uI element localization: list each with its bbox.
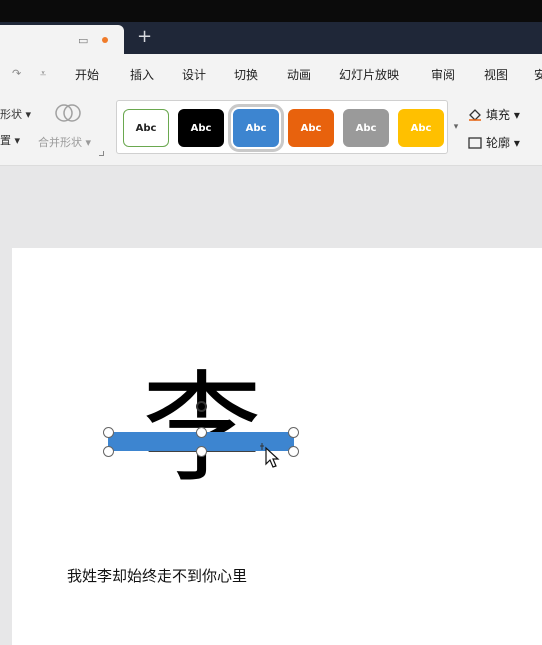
- menu-item-view[interactable]: 视图: [484, 66, 508, 83]
- mouse-pointer-icon: [260, 443, 280, 468]
- arrange-label: 置: [0, 134, 11, 147]
- menu-bar: ↷ ⩡ 开始 插入 设计 切换 动画 幻灯片放映 审阅 视图 安: [0, 54, 542, 94]
- menu-item-design[interactable]: 设计: [182, 66, 206, 83]
- tab-bar: ▭ +: [0, 22, 542, 54]
- shape-style-gold[interactable]: Abc: [398, 109, 444, 147]
- merge-shapes-label: 合并形状: [38, 136, 82, 149]
- slide-caption[interactable]: 我姓李却始终走不到你心里: [67, 565, 247, 586]
- arrange-dropdown[interactable]: 置 ▾: [0, 132, 20, 148]
- merge-shapes-button[interactable]: 合并形状 ▾: [38, 134, 91, 150]
- style-label: Abc: [355, 123, 377, 134]
- menu-item-slideshow[interactable]: 幻灯片放映: [339, 66, 399, 83]
- shape-style-orange[interactable]: Abc: [288, 109, 334, 147]
- paint-bucket-icon: [469, 109, 481, 121]
- menu-item-security[interactable]: 安: [534, 66, 542, 83]
- shape-style-gray[interactable]: Abc: [343, 109, 389, 147]
- resize-handle-top-right[interactable]: [288, 427, 299, 438]
- resize-handle-top[interactable]: [196, 427, 207, 438]
- resize-handle-bottom-right[interactable]: [288, 446, 299, 457]
- menu-item-review[interactable]: 审阅: [431, 66, 455, 83]
- customize-quick-access-icon[interactable]: ⩡: [40, 67, 46, 81]
- monitor-icon: ▭: [78, 34, 89, 47]
- outline-label: 轮廓: [486, 136, 511, 150]
- redo-icon[interactable]: ↷: [12, 67, 21, 80]
- fill-dropdown[interactable]: 填充 ▾: [468, 106, 520, 123]
- resize-handle-top-left[interactable]: [103, 427, 114, 438]
- shape-style-black[interactable]: Abc: [178, 109, 224, 147]
- rotate-handle[interactable]: [196, 401, 207, 412]
- style-label: Abc: [410, 123, 432, 134]
- unsaved-dot-icon: [102, 37, 108, 43]
- resize-handle-bottom[interactable]: [196, 446, 207, 457]
- shape-dropdown[interactable]: 形状 ▾: [0, 106, 31, 122]
- menu-item-insert[interactable]: 插入: [130, 66, 154, 83]
- shape-label: 形状: [0, 108, 22, 121]
- style-label: Abc: [135, 123, 157, 134]
- shape-style-white[interactable]: Abc: [123, 109, 169, 147]
- gallery-more-button[interactable]: ▾: [451, 100, 461, 154]
- menu-item-home[interactable]: 开始: [75, 66, 99, 83]
- ribbon-toolbar: 形状 ▾ 置 ▾ 合并形状 ▾ Abc Abc Abc Abc Abc Abc …: [0, 94, 542, 166]
- resize-handle-bottom-left[interactable]: [103, 446, 114, 457]
- screen-top-bar: [0, 0, 542, 22]
- merge-shapes-icon: [55, 104, 81, 122]
- new-tab-button[interactable]: +: [137, 26, 152, 47]
- fill-label: 填充: [486, 108, 511, 122]
- style-label: Abc: [245, 123, 267, 134]
- outline-icon: [468, 137, 482, 149]
- outline-dropdown[interactable]: 轮廓 ▾: [468, 134, 520, 151]
- shape-style-gallery: Abc Abc Abc Abc Abc Abc: [116, 100, 448, 154]
- menu-item-transition[interactable]: 切换: [234, 66, 258, 83]
- dialog-launcher-icon[interactable]: [99, 151, 104, 156]
- style-label: Abc: [300, 123, 322, 134]
- style-label: Abc: [190, 123, 212, 134]
- shape-style-blue[interactable]: Abc: [228, 104, 284, 152]
- document-tab[interactable]: ▭: [0, 25, 124, 54]
- menu-item-animation[interactable]: 动画: [287, 66, 311, 83]
